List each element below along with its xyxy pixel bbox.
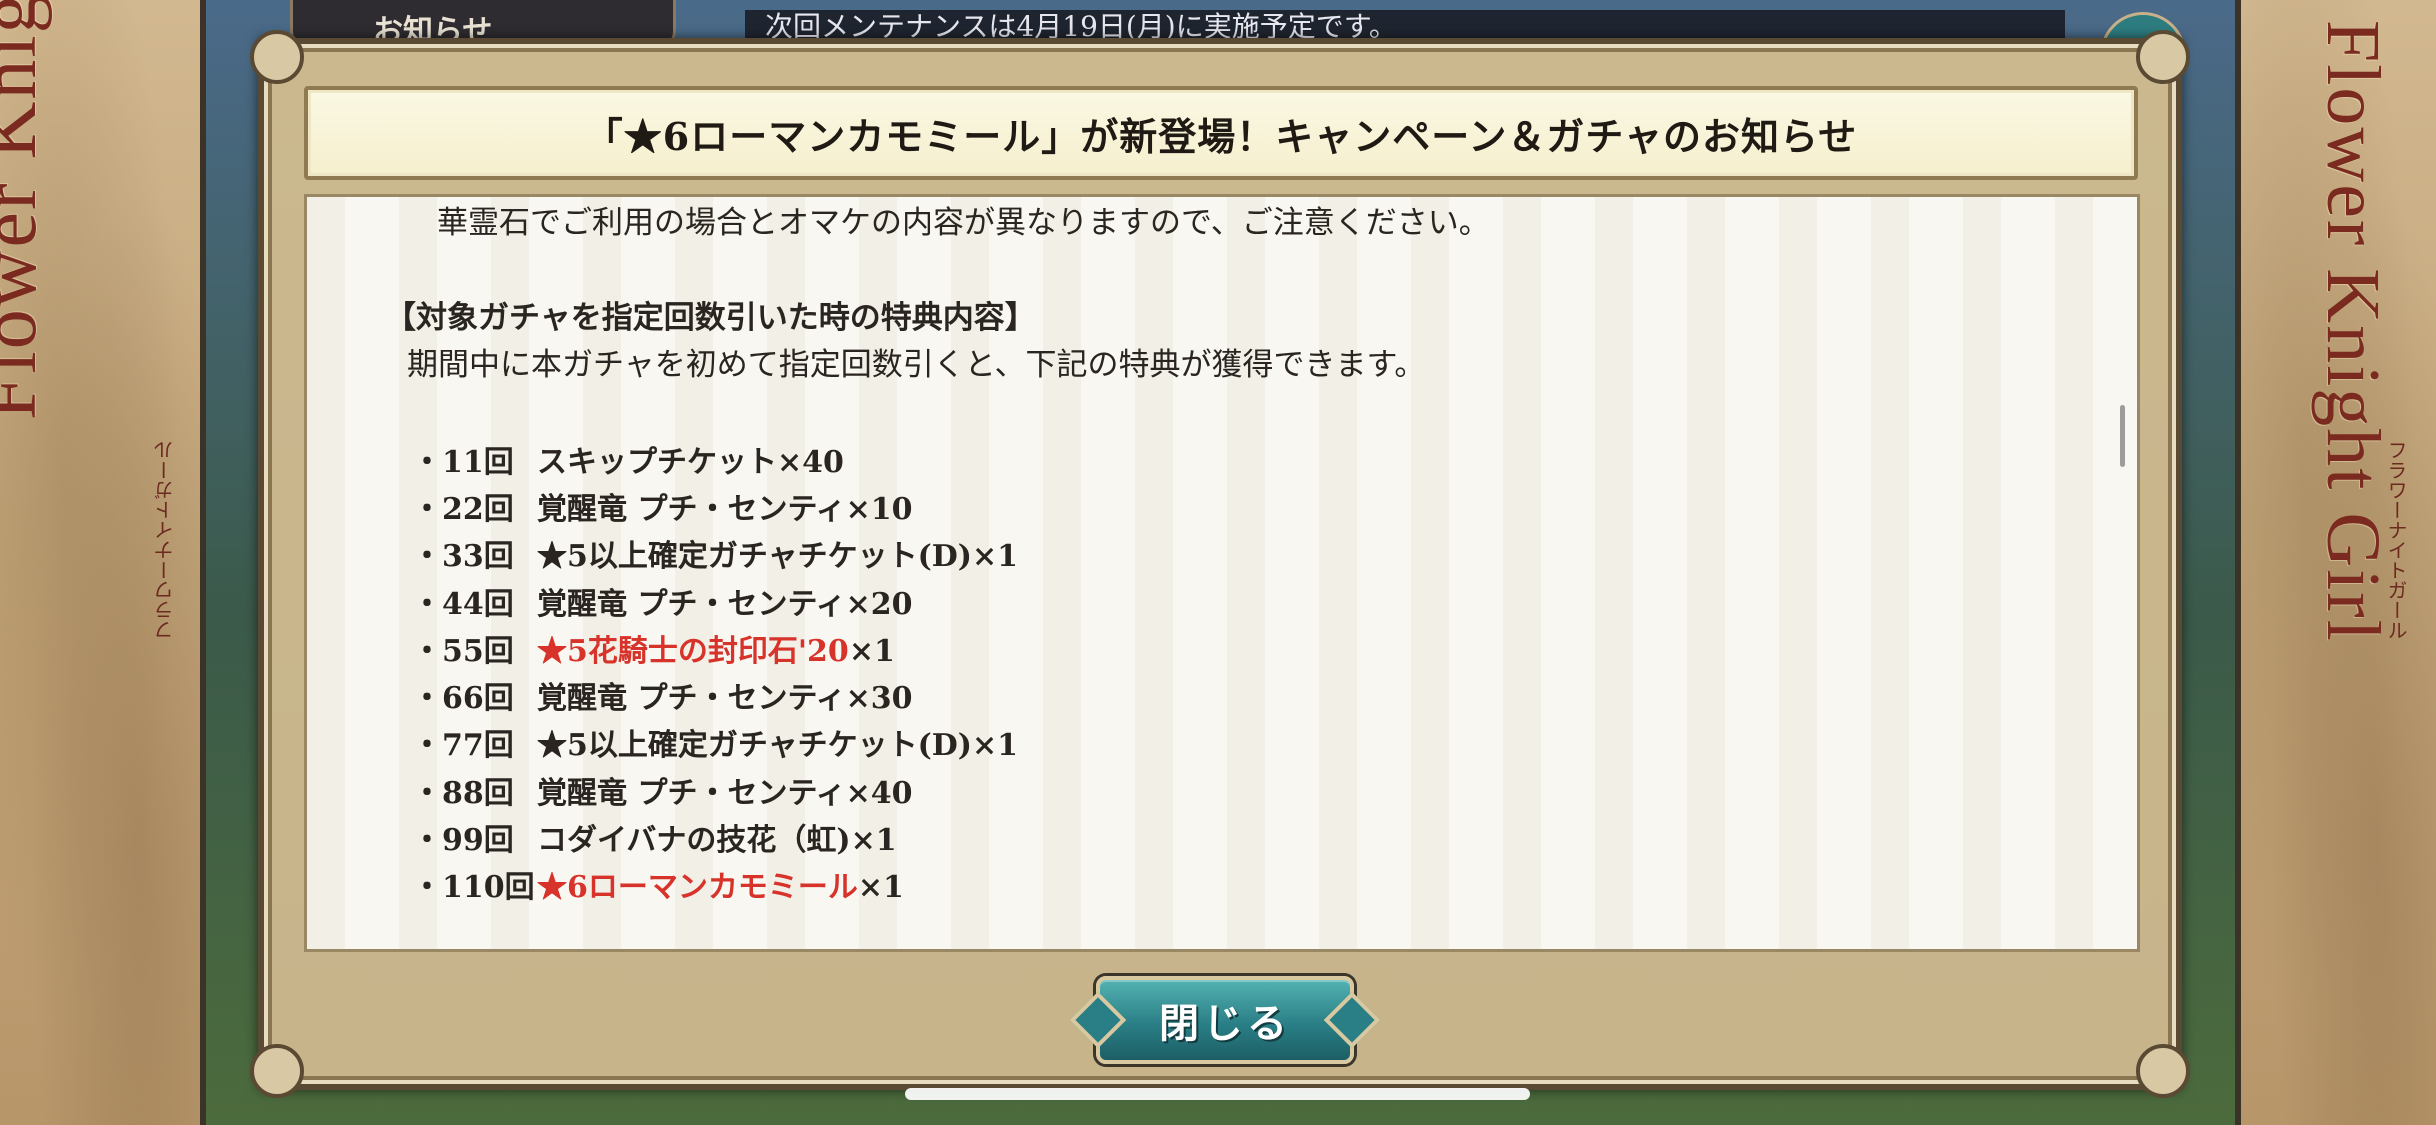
reward-item: ・66回 覚醒竜 プチ・センティ×30 [412, 681, 913, 716]
highlighted-reward: ★5花騎士の封印石'20 [537, 634, 849, 669]
dialog-title: 「★6ローマンカモミール」が新登場！キャンペーン＆ガチャのお知らせ [584, 113, 1858, 159]
game-logo-subtitle: フラワーナイトガール [153, 440, 177, 640]
game-logo-subtitle: フラワーナイトガール [2384, 440, 2408, 640]
right-side-panel: Flower Knight Girl フラワーナイトガール [2235, 0, 2436, 1125]
frame-corner-ornament [2136, 30, 2190, 84]
home-indicator[interactable] [905, 1088, 1530, 1100]
reward-item: ・77回 ★5以上確定ガチャチケット(D)×1 [412, 728, 1018, 763]
close-button-label: 閉じる [1159, 1001, 1291, 1047]
frame-corner-ornament [2136, 1044, 2190, 1098]
reward-item: ・11回 スキップチケット×40 [412, 445, 844, 480]
scrollbar[interactable] [2120, 405, 2125, 467]
close-button[interactable]: 閉じる [1096, 976, 1354, 1064]
reward-item: ・110回★6ローマンカモミール×1 [412, 870, 904, 905]
reward-item: ・33回 ★5以上確定ガチャチケット(D)×1 [412, 539, 1018, 574]
frame-corner-ornament [250, 1044, 304, 1098]
notice-dialog: 「★6ローマンカモミール」が新登場！キャンペーン＆ガチャのお知らせ 華霊石でご利… [250, 30, 2190, 1098]
left-side-panel: Flower Knight Girl フラワーナイトガール [0, 0, 206, 1125]
reward-item: ・55回 ★5花騎士の封印石'20×1 [412, 634, 895, 669]
reward-item: ・22回 覚醒竜 プチ・センティ×10 [412, 492, 913, 527]
section-description: 期間中に本ガチャを初めて指定回数引くと、下記の特典が獲得できます。 [407, 347, 1426, 383]
reward-item: ・99回 コダイバナの技花（虹)×1 [412, 823, 897, 858]
notice-content-scroll[interactable]: 華霊石でご利用の場合とオマケの内容が異なりますので、ご注意ください。 【対象ガチ… [304, 194, 2140, 952]
reward-item: ・44回 覚醒竜 プチ・センティ×20 [412, 587, 913, 622]
note-text: 華霊石でご利用の場合とオマケの内容が異なりますので、ご注意ください。 [437, 205, 1490, 241]
section-heading: 【対象ガチャを指定回数引いた時の特典内容】 [385, 300, 1036, 336]
highlighted-reward: ★6ローマンカモミール [537, 870, 858, 905]
reward-item: ・88回 覚醒竜 プチ・センティ×40 [412, 776, 913, 811]
frame-corner-ornament [250, 30, 304, 84]
dialog-title-bar: 「★6ローマンカモミール」が新登場！キャンペーン＆ガチャのお知らせ [304, 86, 2138, 180]
